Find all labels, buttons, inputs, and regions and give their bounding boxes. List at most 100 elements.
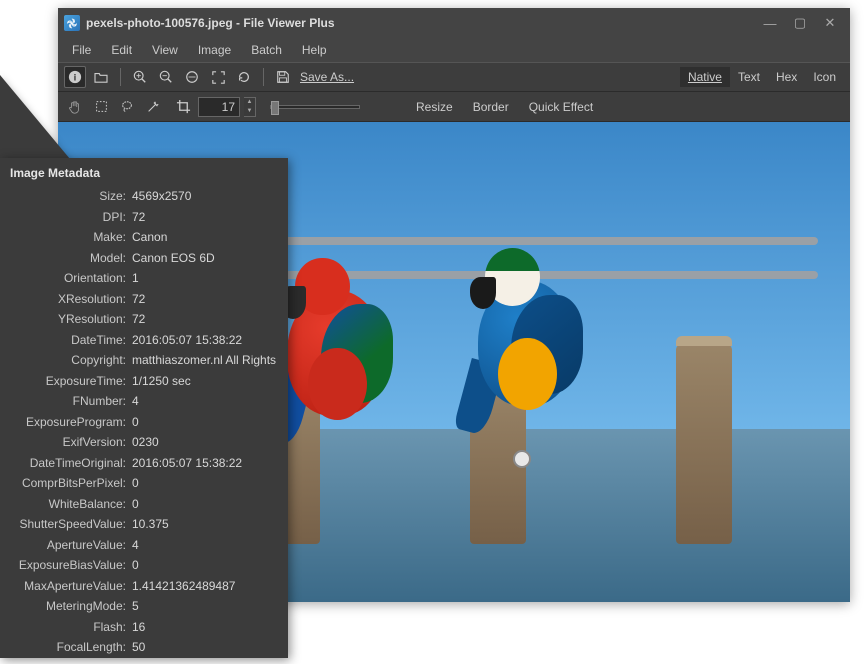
- metadata-key: ShutterSpeedValue:: [0, 514, 132, 535]
- minimize-button[interactable]: —: [756, 12, 784, 34]
- metadata-value: 2016:05:07 15:38:22: [132, 453, 278, 474]
- metadata-key: ExposureTime:: [0, 371, 132, 392]
- metadata-key: ExposureProgram:: [0, 412, 132, 433]
- metadata-row: Size:4569x2570: [0, 186, 278, 207]
- menu-batch[interactable]: Batch: [243, 41, 290, 59]
- metadata-row: WhiteBalance:0: [0, 494, 278, 515]
- separator: [263, 68, 264, 86]
- titlebar: 𖣘 pexels-photo-100576.jpeg - File Viewer…: [58, 8, 850, 38]
- view-mode-icon[interactable]: Icon: [805, 67, 844, 87]
- metadata-row: DPI:72: [0, 207, 278, 228]
- metadata-row: Flash:16: [0, 617, 278, 638]
- border-button[interactable]: Border: [465, 98, 517, 116]
- menu-help[interactable]: Help: [294, 41, 335, 59]
- metadata-key: XResolution:: [0, 289, 132, 310]
- metadata-key: FocalLength:: [0, 637, 132, 658]
- metadata-key: Model:: [0, 248, 132, 269]
- zoom-out-icon[interactable]: [155, 66, 177, 88]
- metadata-row: FocalLength:50: [0, 637, 278, 658]
- crop-tool-icon[interactable]: [172, 96, 194, 118]
- menu-image[interactable]: Image: [190, 41, 239, 59]
- view-mode-hex[interactable]: Hex: [768, 67, 805, 87]
- window-title: pexels-photo-100576.jpeg - File Viewer P…: [86, 16, 335, 30]
- saveas-button[interactable]: Save As...: [300, 70, 354, 84]
- metadata-row: ExposureProgram:0: [0, 412, 278, 433]
- metadata-value: Canon EOS 6D: [132, 248, 278, 269]
- metadata-row: SubsecTimeOriginal:96: [0, 658, 278, 659]
- metadata-row: ExifVersion:0230: [0, 432, 278, 453]
- toolbar-image: ▲ ▼ Resize Border Quick Effect: [58, 92, 850, 122]
- fullscreen-icon[interactable]: [207, 66, 229, 88]
- zoom-actual-icon[interactable]: [181, 66, 203, 88]
- metadata-row: DateTime:2016:05:07 15:38:22: [0, 330, 278, 351]
- metadata-key: ComprBitsPerPixel:: [0, 473, 132, 494]
- marquee-tool-icon[interactable]: [90, 96, 112, 118]
- metadata-value: 72: [132, 207, 278, 228]
- resize-button[interactable]: Resize: [408, 98, 461, 116]
- metadata-key: ExifVersion:: [0, 432, 132, 453]
- maximize-button[interactable]: ▢: [786, 12, 814, 34]
- metadata-key: Copyright:: [0, 350, 132, 371]
- metadata-key: Flash:: [0, 617, 132, 638]
- menu-view[interactable]: View: [144, 41, 186, 59]
- quick-effect-button[interactable]: Quick Effect: [521, 98, 601, 116]
- metadata-key: DPI:: [0, 207, 132, 228]
- toolbar-main: i Save As... Native Text Hex Ico: [58, 62, 850, 92]
- metadata-value: 4: [132, 535, 278, 556]
- close-button[interactable]: ✕: [816, 12, 844, 34]
- metadata-row: Model:Canon EOS 6D: [0, 248, 278, 269]
- crop-value-input[interactable]: [198, 97, 240, 117]
- metadata-value: 0: [132, 494, 278, 515]
- metadata-value: 10.375: [132, 514, 278, 535]
- metadata-key: MaxApertureValue:: [0, 576, 132, 597]
- metadata-value: 4569x2570: [132, 186, 278, 207]
- spin-down-icon[interactable]: ▼: [244, 107, 255, 116]
- wand-tool-icon[interactable]: [142, 96, 164, 118]
- view-mode-text[interactable]: Text: [730, 67, 768, 87]
- metadata-key: Size:: [0, 186, 132, 207]
- metadata-row: ComprBitsPerPixel:0: [0, 473, 278, 494]
- metadata-value: 5: [132, 596, 278, 617]
- view-mode-tabs: Native Text Hex Icon: [680, 67, 844, 87]
- metadata-value: 0: [132, 473, 278, 494]
- metadata-key: FNumber:: [0, 391, 132, 412]
- save-icon[interactable]: [272, 66, 294, 88]
- metadata-key: DateTimeOriginal:: [0, 453, 132, 474]
- metadata-row: MeteringMode:5: [0, 596, 278, 617]
- metadata-value: matthiaszomer.nl All Rights Res: [132, 350, 278, 371]
- metadata-row: MaxApertureValue:1.41421362489487: [0, 576, 278, 597]
- metadata-key: MeteringMode:: [0, 596, 132, 617]
- view-mode-native[interactable]: Native: [680, 67, 730, 87]
- metadata-panel: Image Metadata Size:4569x2570DPI:72Make:…: [0, 158, 288, 658]
- open-folder-icon[interactable]: [90, 66, 112, 88]
- metadata-row: ExposureTime:1/1250 sec: [0, 371, 278, 392]
- metadata-row: DateTimeOriginal:2016:05:07 15:38:22: [0, 453, 278, 474]
- slider-thumb[interactable]: [271, 101, 279, 115]
- metadata-row: YResolution:72: [0, 309, 278, 330]
- metadata-value: Canon: [132, 227, 278, 248]
- metadata-key: Orientation:: [0, 268, 132, 289]
- zoom-in-icon[interactable]: [129, 66, 151, 88]
- metadata-value: 0: [132, 412, 278, 433]
- app-icon: 𖣘: [64, 15, 80, 31]
- metadata-value: 50: [132, 637, 278, 658]
- separator: [120, 68, 121, 86]
- zoom-slider[interactable]: [270, 105, 360, 109]
- menu-file[interactable]: File: [64, 41, 99, 59]
- metadata-row: XResolution:72: [0, 289, 278, 310]
- metadata-rows: Size:4569x2570DPI:72Make:CanonModel:Cano…: [0, 186, 278, 658]
- callout-pointer: [0, 75, 75, 165]
- metadata-value: 96: [132, 658, 278, 659]
- metadata-key: YResolution:: [0, 309, 132, 330]
- lasso-tool-icon[interactable]: [116, 96, 138, 118]
- metadata-row: ApertureValue:4: [0, 535, 278, 556]
- metadata-value: 1.41421362489487: [132, 576, 278, 597]
- menu-edit[interactable]: Edit: [103, 41, 140, 59]
- spin-up-icon[interactable]: ▲: [244, 98, 255, 107]
- metadata-heading: Image Metadata: [0, 166, 278, 186]
- metadata-key: WhiteBalance:: [0, 494, 132, 515]
- metadata-row: Make:Canon: [0, 227, 278, 248]
- rotate-icon[interactable]: [233, 66, 255, 88]
- metadata-key: DateTime:: [0, 330, 132, 351]
- metadata-row: Copyright:matthiaszomer.nl All Rights Re…: [0, 350, 278, 371]
